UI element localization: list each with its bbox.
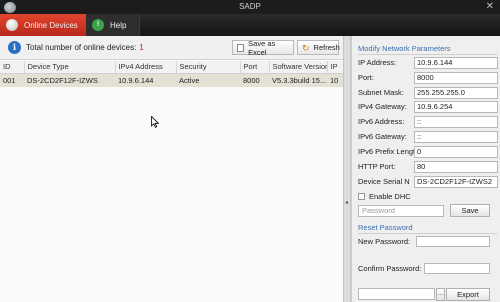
- device-serial-label: Device Serial N: [358, 177, 410, 186]
- help-icon: !: [92, 19, 104, 31]
- reset-password-title: Reset Password: [358, 223, 413, 232]
- subnet-mask-label: Subnet Mask:: [358, 88, 404, 97]
- tab-help[interactable]: ! Help: [86, 14, 140, 36]
- port-field[interactable]: 8000: [414, 72, 498, 84]
- collapse-arrow-icon[interactable]: ◂: [345, 199, 348, 206]
- browse-button[interactable]: ...: [436, 288, 445, 301]
- refresh-button[interactable]: ↻ Refresh: [297, 40, 340, 55]
- ipv6-address-row: IPv6 Address: ::: [358, 116, 499, 128]
- ipv4-gateway-field[interactable]: 10.9.6.254: [414, 101, 498, 113]
- ip-address-field[interactable]: 10.9.6.144: [414, 57, 498, 69]
- new-password-field[interactable]: [416, 236, 490, 247]
- modify-network-panel: Modify Network Parameters IP Address: 10…: [351, 36, 500, 302]
- table-row[interactable]: 001 DS-2CD2F12F-IZWS 10.9.6.144 Active 8…: [0, 73, 343, 87]
- save-as-excel-button[interactable]: Save as Excel: [232, 38, 294, 57]
- cell-port: 8000: [240, 73, 269, 87]
- device-table: ID Device Type IPv4 Address Security Por…: [0, 61, 344, 87]
- http-port-field[interactable]: 80: [414, 161, 498, 173]
- port-label: Port:: [358, 73, 374, 82]
- ipv4-gateway-label: IPv4 Gateway:: [358, 102, 407, 111]
- enable-dhcp-checkbox[interactable]: [358, 193, 365, 200]
- column-header-security[interactable]: Security: [176, 61, 241, 74]
- cell-device-type: DS-2CD2F12F-IZWS: [24, 73, 115, 87]
- subnet-mask-field[interactable]: 255.255.255.0: [414, 87, 498, 99]
- device-count-value: 1: [139, 43, 144, 52]
- ipv6-address-label: IPv6 Address:: [358, 117, 405, 126]
- panel-splitter[interactable]: ◂: [343, 36, 351, 302]
- section-divider: [358, 54, 497, 55]
- column-header-id[interactable]: ID: [0, 61, 25, 74]
- table-header-row: ID Device Type IPv4 Address Security Por…: [0, 61, 344, 74]
- save-button[interactable]: Save: [450, 204, 490, 217]
- confirm-password-label: Confirm Password:: [358, 264, 422, 273]
- info-icon: i: [8, 41, 21, 54]
- tab-help-label: Help: [110, 20, 127, 30]
- ipv6-gateway-row: IPv6 Gateway: ::: [358, 131, 499, 143]
- excel-icon: [237, 43, 245, 52]
- tab-online-devices-label: Online Devices: [24, 20, 78, 30]
- http-port-row: HTTP Port: 80: [358, 161, 499, 173]
- confirm-password-field[interactable]: [424, 263, 490, 274]
- cell-ip-truncated: 10: [327, 73, 343, 87]
- window-title: SADP: [239, 2, 261, 11]
- save-as-excel-label: Save as Excel: [248, 38, 276, 57]
- port-row: Port: 8000: [358, 72, 499, 84]
- device-toolbar: i Total number of online devices: 1 Save …: [0, 36, 343, 60]
- enable-dhcp-label: Enable DHC: [369, 192, 411, 201]
- ipv6-address-field[interactable]: ::: [414, 116, 498, 128]
- device-count-label: Total number of online devices:: [26, 43, 137, 52]
- device-serial-field: DS-2CD2F12F-IZWS2: [414, 176, 498, 188]
- ipv6-prefix-label: IPv6 Prefix Lengt: [358, 147, 416, 156]
- device-serial-row: Device Serial N DS-2CD2F12F-IZWS2: [358, 176, 499, 188]
- subnet-mask-row: Subnet Mask: 255.255.255.0: [358, 87, 499, 99]
- column-header-device-type[interactable]: Device Type: [24, 61, 116, 74]
- ipv6-prefix-field[interactable]: 0: [414, 146, 498, 158]
- ipv6-gateway-label: IPv6 Gateway:: [358, 132, 407, 141]
- cell-software-version: V5.3.3build 15...: [269, 73, 327, 87]
- column-header-ipv4[interactable]: IPv4 Address: [115, 61, 177, 74]
- ip-address-label: IP Address:: [358, 58, 397, 67]
- refresh-label: Refresh: [313, 43, 340, 52]
- column-header-software-version[interactable]: Software Version: [269, 61, 328, 74]
- title-bar: SADP ✕: [0, 0, 500, 14]
- password-input[interactable]: Password: [358, 205, 444, 217]
- new-password-label: New Password:: [358, 237, 411, 246]
- export-button[interactable]: Export: [446, 288, 490, 301]
- section-divider: [358, 233, 497, 234]
- globe-icon: [6, 19, 18, 31]
- http-port-label: HTTP Port:: [358, 162, 396, 171]
- refresh-icon: ↻: [302, 42, 310, 53]
- cell-id: 001: [0, 73, 24, 87]
- tab-online-devices[interactable]: Online Devices: [0, 14, 86, 36]
- enable-dhcp-option[interactable]: Enable DHC: [358, 192, 411, 201]
- device-list-pane: i Total number of online devices: 1 Save …: [0, 36, 344, 302]
- cell-security: Active: [176, 73, 240, 87]
- ipv4-gateway-row: IPv4 Gateway: 10.9.6.254: [358, 101, 499, 113]
- export-path-field[interactable]: [358, 288, 435, 300]
- modify-network-title: Modify Network Parameters: [358, 44, 451, 53]
- ip-address-row: IP Address: 10.9.6.144: [358, 57, 499, 69]
- ipv6-gateway-field[interactable]: ::: [414, 131, 498, 143]
- ipv6-prefix-row: IPv6 Prefix Lengt 0: [358, 146, 499, 158]
- column-header-port[interactable]: Port: [240, 61, 270, 74]
- device-count: Total number of online devices: 1: [26, 43, 144, 52]
- cell-ipv4: 10.9.6.144: [115, 73, 176, 87]
- mouse-pointer-icon: [151, 116, 159, 128]
- column-header-ip-truncated[interactable]: IP: [327, 61, 344, 74]
- close-icon[interactable]: ✕: [486, 1, 494, 12]
- tab-bar: Online Devices ! Help: [0, 14, 500, 36]
